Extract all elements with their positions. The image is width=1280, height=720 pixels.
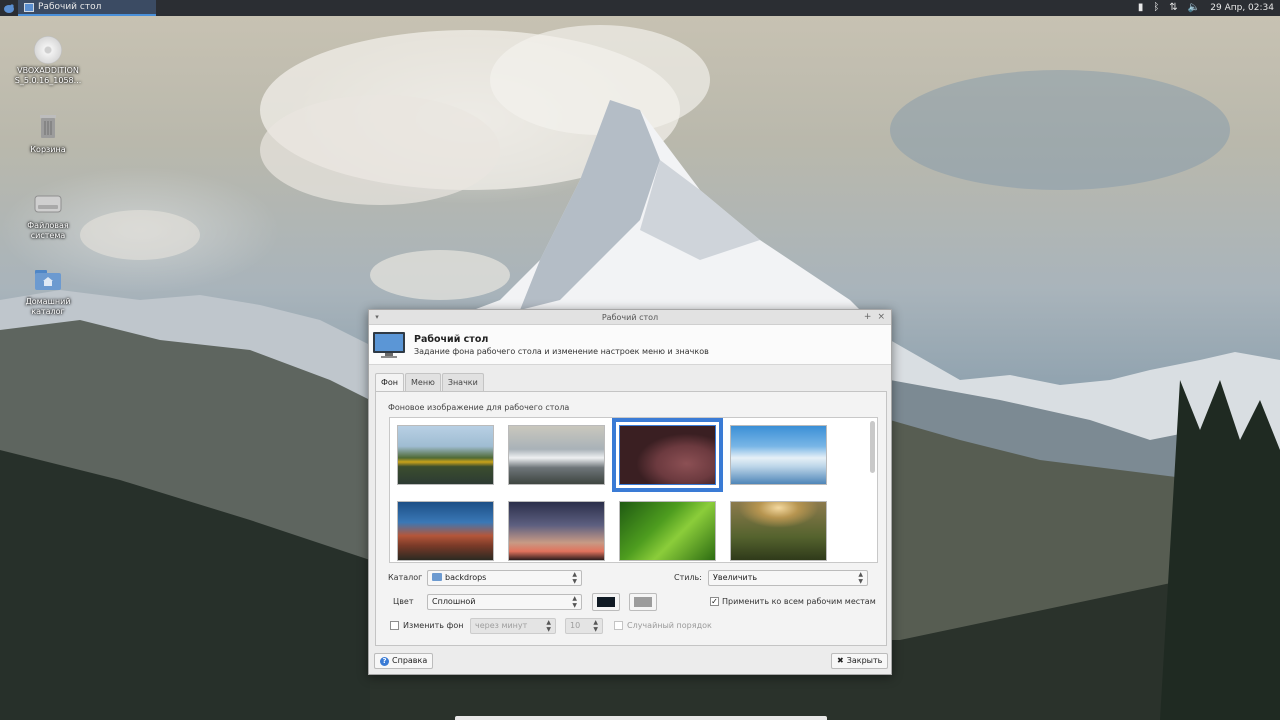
- color-mode-value: Сплошной: [432, 597, 476, 606]
- panel-clock[interactable]: 29 Апр, 02:34: [1210, 3, 1274, 13]
- change-background-label: Изменить фон: [403, 621, 464, 630]
- desktop-icon-trash[interactable]: Корзина: [12, 112, 84, 155]
- thumbnail-scrollbar[interactable]: [870, 421, 875, 473]
- window-title: Рабочий стол: [601, 312, 659, 322]
- folder-select[interactable]: backdrops ▲ ▼: [427, 570, 582, 586]
- section-label: Фоновое изображение для рабочего стола: [388, 403, 570, 412]
- window-menu-icon[interactable]: ▾: [369, 313, 385, 321]
- random-order-checkbox[interactable]: [614, 621, 623, 630]
- background-tab-panel: Фоновое изображение для рабочего стола К…: [375, 391, 887, 646]
- close-x-icon: ✖: [837, 656, 844, 665]
- change-background-checkbox[interactable]: [390, 621, 399, 630]
- maximize-icon[interactable]: +: [864, 312, 872, 322]
- close-icon[interactable]: ×: [877, 312, 885, 322]
- chevron-updown-icon: ▲ ▼: [572, 571, 577, 585]
- network-icon[interactable]: ⇅: [1169, 0, 1177, 16]
- apply-all-checkbox[interactable]: ✓: [710, 597, 719, 606]
- taskbar-item-label: Рабочий стол: [38, 2, 102, 12]
- wallpaper-thumbnail[interactable]: [508, 425, 605, 485]
- close-button[interactable]: ✖ Закрыть: [831, 653, 889, 669]
- primary-color-button[interactable]: [592, 593, 620, 611]
- window-titlebar[interactable]: ▾ Рабочий стол + ×: [369, 310, 891, 325]
- home-folder-icon: [35, 270, 61, 290]
- wallpaper-thumbnail[interactable]: [619, 501, 716, 561]
- primary-color-swatch: [597, 597, 615, 607]
- secondary-color-button[interactable]: [629, 593, 657, 611]
- secondary-color-swatch: [634, 597, 652, 607]
- cd-icon: [34, 36, 62, 64]
- interval-value-spinner[interactable]: 10 ▲ ▼: [565, 618, 603, 634]
- color-row: Цвет Сплошной ▲ ▼ ✓ Применить ко всем раб…: [376, 593, 888, 611]
- folder-label: Каталог: [388, 573, 423, 582]
- desktop-icon-label: Файловая система: [27, 221, 69, 240]
- apply-all-label: Применить ко всем рабочим местам: [722, 597, 876, 606]
- header-subtitle: Задание фона рабочего стола и изменение …: [414, 346, 709, 356]
- applications-menu-button[interactable]: [0, 0, 18, 16]
- wallpaper-thumbnail[interactable]: [730, 425, 827, 485]
- tab-menus[interactable]: Меню: [405, 373, 441, 391]
- change-background-row: Изменить фон через минут ▲ ▼ 10 ▲ ▼ Случай…: [376, 617, 888, 635]
- tab-bar: Фон Меню Значки: [375, 373, 485, 392]
- wallpaper-thumbnail[interactable]: [508, 501, 605, 561]
- style-label: Стиль:: [674, 573, 702, 582]
- bluetooth-icon[interactable]: ᛒ: [1153, 0, 1159, 16]
- folder-icon: [432, 573, 442, 581]
- battery-icon[interactable]: ▮: [1138, 0, 1144, 16]
- chevron-updown-icon: ▲ ▼: [572, 595, 577, 609]
- monitor-icon: [373, 331, 405, 358]
- bottom-dock[interactable]: [455, 716, 827, 720]
- volume-icon[interactable]: 🔈: [1188, 0, 1200, 16]
- help-button-label: Справка: [392, 656, 428, 665]
- xfce-mouse-icon: [4, 3, 14, 13]
- interval-value: 10: [570, 621, 581, 630]
- help-button[interactable]: ? Справка: [374, 653, 434, 669]
- wallpaper-thumbnail[interactable]: [397, 425, 494, 485]
- interval-unit-select[interactable]: через минут ▲ ▼: [470, 618, 556, 634]
- wallpaper-thumbnail-grid[interactable]: [389, 417, 878, 563]
- interval-unit-value: через минут: [475, 621, 528, 630]
- top-panel: Рабочий стол ▮ ᛒ ⇅ 🔈 29 Апр, 02:34: [0, 0, 1280, 16]
- close-button-label: Закрыть: [846, 656, 883, 665]
- random-order-label: Случайный порядок: [627, 621, 712, 630]
- color-label: Цвет: [393, 597, 414, 606]
- taskbar-item-desktop[interactable]: Рабочий стол: [18, 0, 156, 16]
- chevron-updown-icon: ▲ ▼: [858, 571, 863, 585]
- wallpaper-thumbnail[interactable]: [397, 501, 494, 561]
- header-title: Рабочий стол: [414, 333, 489, 345]
- desktop-icon-label: Домашний каталог: [25, 297, 71, 316]
- desktop-icon-home[interactable]: Домашний каталог: [12, 266, 84, 317]
- tab-icons[interactable]: Значки: [441, 373, 484, 391]
- desktop-icon-label: Корзина: [30, 145, 66, 154]
- desktop-icon-label: VBOXADDITION S_5.0.16_1058...: [14, 66, 82, 85]
- wallpaper-thumbnail[interactable]: [730, 501, 827, 561]
- window-icon: [24, 2, 34, 12]
- style-select-value: Увеличить: [713, 573, 758, 582]
- desktop-icon-cd[interactable]: VBOXADDITION S_5.0.16_1058...: [12, 36, 84, 86]
- wallpaper-thumbnail-selected[interactable]: [612, 418, 723, 492]
- spinner-arrows-icon: ▲ ▼: [593, 619, 598, 633]
- hard-drive-icon: [34, 195, 62, 213]
- desktop-icon-filesystem[interactable]: Файловая система: [12, 190, 84, 241]
- dialog-header: Рабочий стол Задание фона рабочего стола…: [369, 325, 891, 365]
- folder-select-value: backdrops: [445, 573, 487, 582]
- chevron-updown-icon: ▲ ▼: [546, 619, 551, 633]
- desktop-settings-dialog: ▾ Рабочий стол + × Рабочий стол Задание …: [368, 309, 892, 675]
- trash-icon: [40, 115, 56, 138]
- style-select[interactable]: Увеличить ▲ ▼: [708, 570, 868, 586]
- help-icon: ?: [380, 656, 389, 666]
- tab-background[interactable]: Фон: [375, 373, 405, 392]
- folder-style-row: Каталог backdrops ▲ ▼ Стиль: Увеличить ▲ ▼: [376, 569, 888, 587]
- color-mode-select[interactable]: Сплошной ▲ ▼: [427, 594, 582, 610]
